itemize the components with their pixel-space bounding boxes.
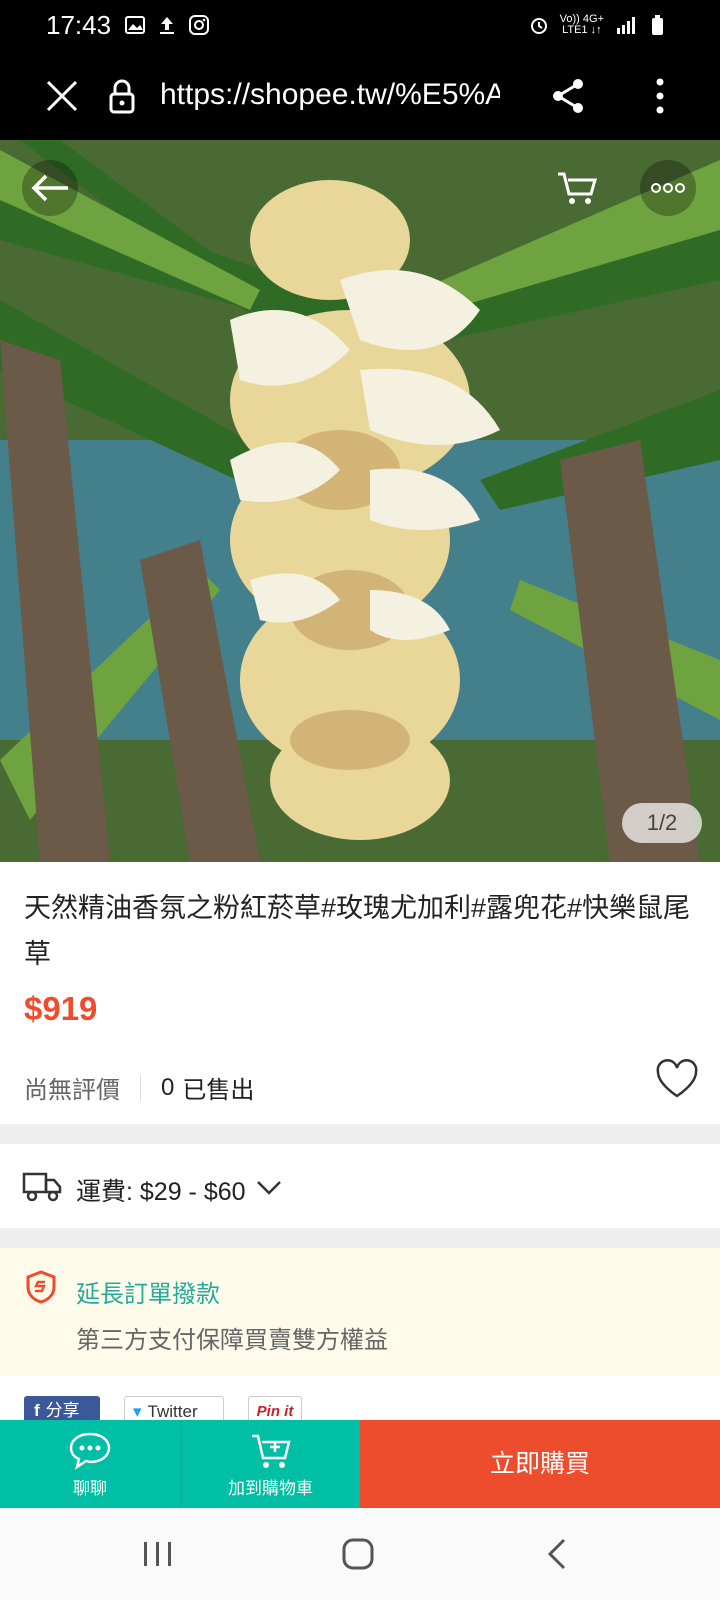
status-icons-left: [124, 14, 210, 36]
status-time: 17:43: [46, 10, 112, 40]
chat-label: 聊聊: [73, 1479, 107, 1498]
truck-icon: [22, 1172, 62, 1202]
shipping-row[interactable]: 運費: $29 - $60: [0, 1144, 720, 1228]
chevron-down-icon[interactable]: [256, 1180, 282, 1196]
chat-button[interactable]: 聊聊: [0, 1420, 180, 1508]
back-icon[interactable]: [538, 1536, 578, 1572]
alarm-icon: [530, 18, 547, 34]
shopee-guarantee[interactable]: 延長訂單撥款 第三方支付保障買賣雙方權益: [0, 1248, 720, 1376]
back-arrow-icon[interactable]: [22, 160, 78, 216]
chat-icon: [69, 1432, 111, 1470]
section-divider: [0, 1228, 720, 1248]
signal-icon: [617, 17, 635, 34]
overflow-menu-icon[interactable]: [640, 74, 680, 118]
upload-icon: [160, 17, 174, 34]
guarantee-title: 延長訂單撥款: [76, 1281, 220, 1308]
sold-count: 0: [161, 1073, 175, 1101]
shipping-fee: 運費: $29 - $60: [76, 1178, 246, 1206]
add-to-cart-button[interactable]: 加到購物車: [180, 1420, 360, 1508]
pinterest-share-button[interactable]: Pin it: [248, 1396, 302, 1420]
rating-text: 尚無評價: [24, 1077, 120, 1104]
instagram-icon: [189, 15, 209, 35]
add-to-cart-label: 加到購物車: [228, 1479, 313, 1498]
product-price: $919: [24, 990, 98, 1027]
close-icon[interactable]: [40, 74, 84, 118]
bottom-action-bar: 聊聊 加到購物車 立即購買: [0, 1420, 720, 1508]
status-icons-right: Vo)) 4G+ LTE1 ↓↑: [528, 14, 668, 36]
section-divider: [0, 1124, 720, 1144]
image-icon: [125, 16, 145, 34]
product-title: 天然精油香氛之粉紅菸草#玫瑰尤加利#露兜花#快樂鼠尾草: [24, 893, 691, 969]
twitter-icon: ▾: [133, 1402, 142, 1420]
url-bar[interactable]: https://shopee.tw/%E5%A: [160, 78, 500, 112]
facebook-share-button[interactable]: f 分享: [24, 1396, 100, 1420]
product-image[interactable]: 1/2: [0, 140, 720, 862]
network-indicator: Vo)) 4G+ LTE1 ↓↑: [560, 14, 604, 36]
heart-icon[interactable]: [654, 1058, 700, 1100]
sold-label: 已售出: [182, 1077, 255, 1104]
status-bar: 17:43 Vo)) 4G+ LTE1 ↓↑: [0, 0, 720, 52]
guarantee-subtitle: 第三方支付保障買賣雙方權益: [76, 1327, 388, 1354]
cart-icon[interactable]: [550, 160, 606, 216]
buy-now-button[interactable]: 立即購買: [360, 1420, 720, 1508]
browser-toolbar: https://shopee.tw/%E5%A: [0, 52, 720, 140]
share-icon[interactable]: [548, 76, 588, 116]
twitter-share-button[interactable]: ▾ Twitter: [124, 1396, 224, 1420]
product-photo: [0, 140, 720, 862]
divider: [140, 1074, 141, 1101]
lock-icon: [109, 79, 135, 114]
facebook-share-label: 分享: [45, 1401, 80, 1420]
recent-apps-icon[interactable]: [138, 1536, 178, 1572]
add-cart-icon: [251, 1434, 291, 1468]
system-nav-bar: [0, 1508, 720, 1600]
image-counter: 1/2: [622, 803, 702, 843]
twitter-share-label: Twitter: [147, 1402, 198, 1420]
facebook-icon: f: [34, 1401, 40, 1420]
more-options-icon[interactable]: [640, 160, 696, 216]
battery-icon: [652, 15, 663, 35]
social-share-row: f 分享 ▾ Twitter Pin it: [0, 1376, 720, 1420]
home-icon[interactable]: [338, 1536, 378, 1572]
shield-icon: [26, 1270, 56, 1304]
network-bottom: LTE1 ↓↑: [562, 24, 602, 36]
rating-row: 尚無評價 0 已售出: [24, 1070, 254, 1105]
